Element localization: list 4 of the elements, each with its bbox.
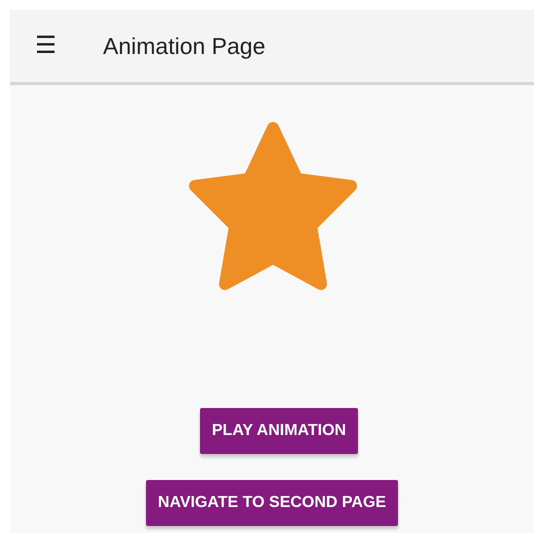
menu-button[interactable]: ☰ xyxy=(32,32,60,60)
navigate-button[interactable]: NAVIGATE TO SECOND PAGE xyxy=(146,480,398,526)
page-title: Animation Page xyxy=(103,32,266,60)
play-button[interactable]: PLAY ANIMATION xyxy=(200,408,358,454)
